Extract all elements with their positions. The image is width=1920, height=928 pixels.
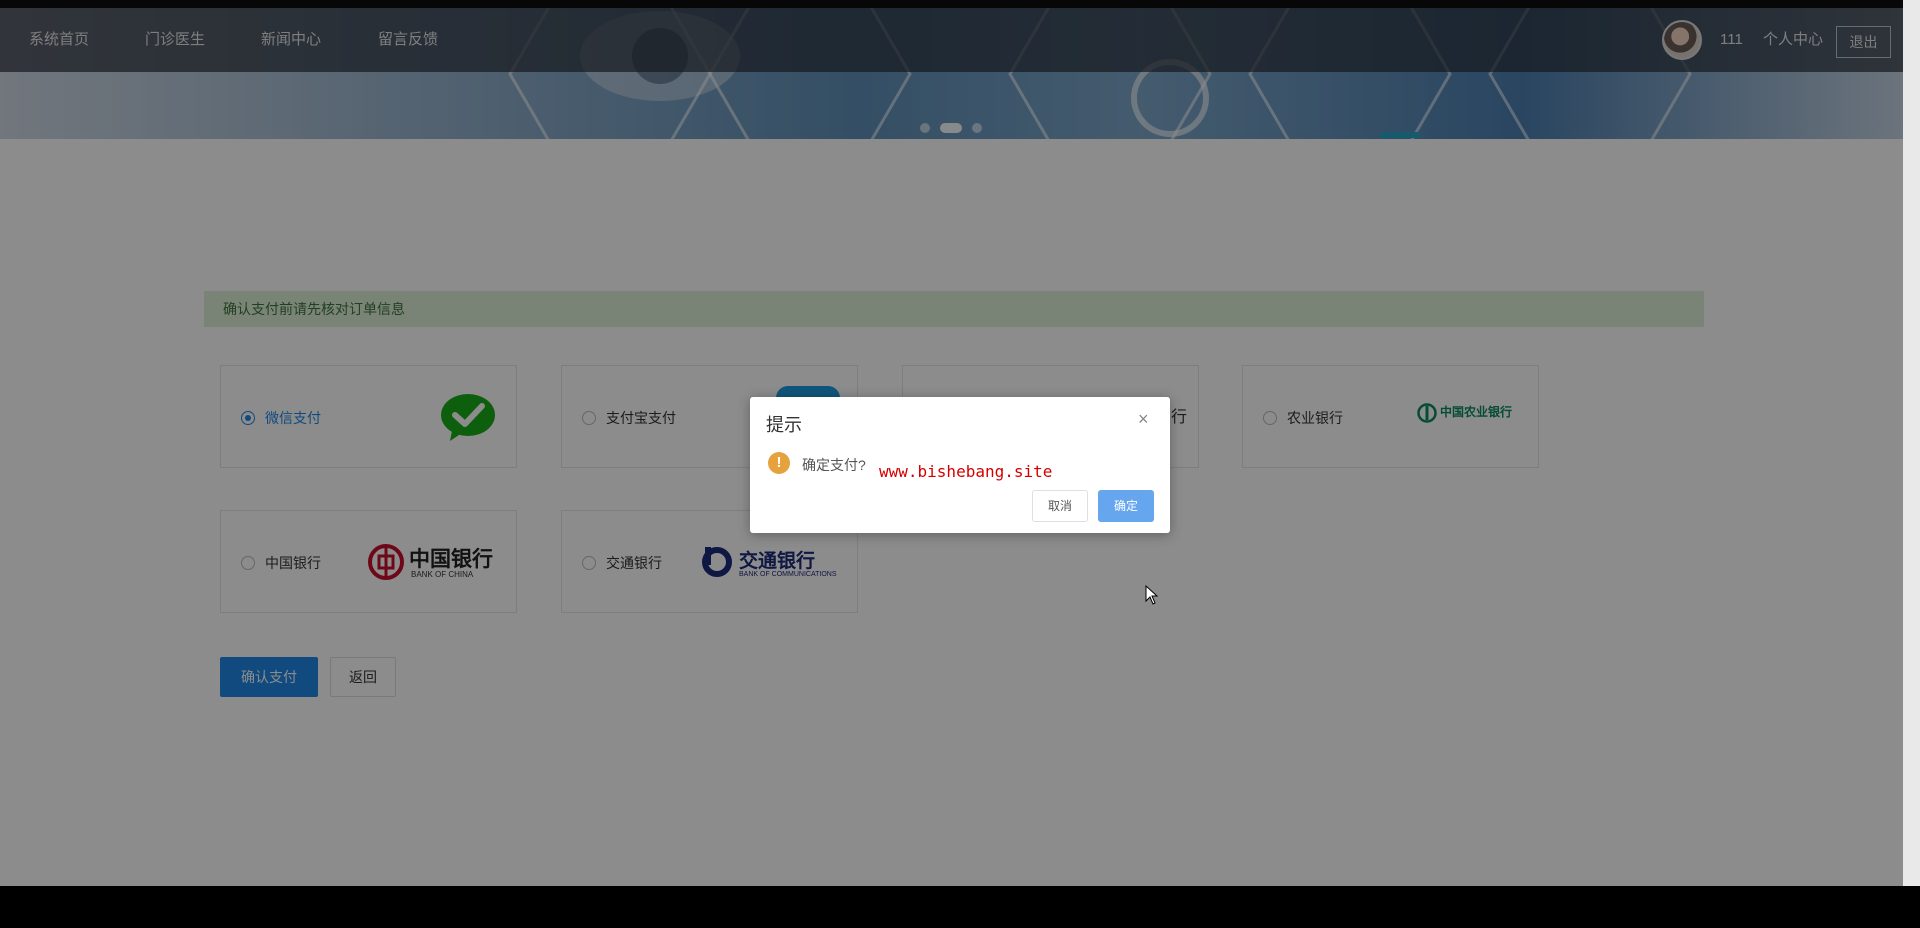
watermark-text: www.bishebang.site	[879, 462, 1053, 481]
page-scrollbar[interactable]	[1903, 0, 1920, 886]
dialog-title: 提示	[766, 415, 802, 435]
dialog-ok-button[interactable]: 确定	[1098, 490, 1154, 522]
warning-icon: !	[768, 452, 790, 474]
close-icon[interactable]: ×	[1138, 409, 1149, 430]
dialog-message: 确定支付?	[802, 457, 866, 473]
dialog-cancel-button[interactable]: 取消	[1032, 490, 1088, 522]
footer-bar	[0, 886, 1920, 928]
mouse-cursor-icon	[1145, 585, 1159, 605]
